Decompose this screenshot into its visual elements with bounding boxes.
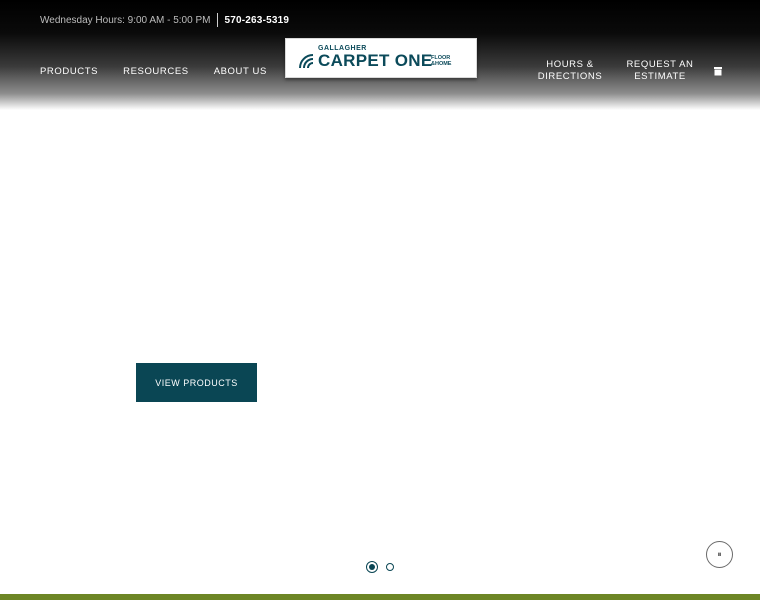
phone-link[interactable]: 570-263-5319 — [224, 15, 289, 26]
footer-accent-bar — [0, 594, 760, 600]
pause-icon: ⏸ — [717, 549, 722, 559]
nav-estimate-line1: REQUEST AN — [626, 59, 694, 70]
nav-hours-directions[interactable]: HOURS & DIRECTIONS — [520, 59, 620, 83]
nav-hours-line1: HOURS & — [546, 59, 594, 70]
carousel-dot-1[interactable] — [366, 561, 378, 573]
store-hours: Wednesday Hours: 9:00 AM - 5:00 PM — [40, 14, 211, 26]
logo-home: &HOME — [431, 61, 452, 67]
logo-carpet-one: CARPET ONE — [318, 51, 433, 70]
logo-arc-icon — [299, 54, 314, 68]
top-bar: Wednesday Hours: 9:00 AM - 5:00 PM 570-2… — [40, 13, 289, 27]
nav-resources[interactable]: RESOURCES — [123, 66, 189, 77]
nav-products[interactable]: PRODUCTS — [40, 66, 98, 77]
nav-about-us[interactable]: ABOUT US — [214, 66, 267, 77]
divider — [217, 13, 219, 27]
carousel-pause-button[interactable]: ⏸ — [706, 541, 733, 568]
nav-estimate-line2: ESTIMATE — [634, 71, 686, 82]
cart-icon[interactable] — [713, 66, 723, 76]
logo-floor-home: FLOOR &HOME — [431, 55, 451, 67]
site-header: Wednesday Hours: 9:00 AM - 5:00 PM 570-2… — [0, 0, 760, 110]
site-logo[interactable]: GALLAGHER CARPET ONE FLOOR &HOME — [285, 38, 477, 78]
nav-hours-line2: DIRECTIONS — [537, 71, 603, 82]
main-nav-right: HOURS & DIRECTIONS REQUEST AN ESTIMATE — [520, 59, 700, 83]
main-nav-left: PRODUCTS RESOURCES ABOUT US — [40, 66, 292, 77]
nav-request-estimate[interactable]: REQUEST AN ESTIMATE — [620, 59, 700, 83]
view-products-button[interactable]: VIEW PRODUCTS — [136, 363, 257, 402]
carousel-dot-2[interactable] — [386, 563, 394, 571]
